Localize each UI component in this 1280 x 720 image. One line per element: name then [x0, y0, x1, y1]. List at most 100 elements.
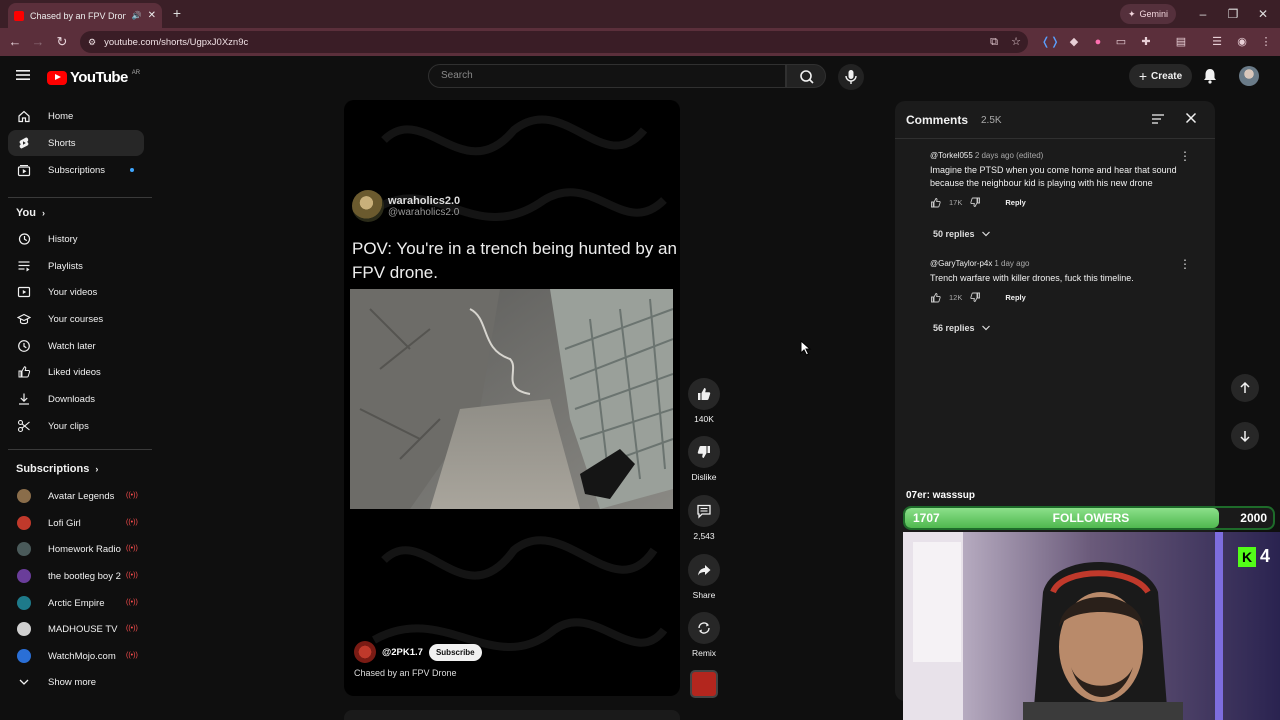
- comment-item: @GaryTaylor-p4x 1 day ago Trench warfare …: [930, 259, 1190, 303]
- remix-button[interactable]: [688, 612, 720, 644]
- close-window-button[interactable]: ✕: [1248, 4, 1278, 24]
- channel-avatar: [17, 489, 31, 503]
- sidebar-item-your-courses[interactable]: Your courses: [8, 306, 144, 332]
- like-button[interactable]: [688, 378, 720, 410]
- comments-action[interactable]: 2,543: [688, 495, 720, 541]
- dislike-button[interactable]: [688, 436, 720, 468]
- comment-more-icon[interactable]: ⋮: [1179, 149, 1191, 163]
- sidebar-item-playlists[interactable]: Playlists: [8, 253, 144, 279]
- sidebar-item-watch-later[interactable]: Watch later: [8, 333, 144, 359]
- chrome-menu-icon[interactable]: ⋮: [1258, 34, 1274, 50]
- extension-pink-icon[interactable]: ●: [1090, 34, 1106, 50]
- sidebar-sub-lofi-girl[interactable]: Lofi Girl ((•)): [8, 510, 144, 536]
- install-app-icon[interactable]: ⧉: [986, 34, 1002, 50]
- forward-button[interactable]: →: [28, 32, 48, 52]
- sidebar-sub-homework-radio[interactable]: Homework Radio ((•)): [8, 536, 144, 562]
- voice-search-button[interactable]: [838, 64, 864, 90]
- new-tab-button[interactable]: +: [170, 5, 184, 21]
- sidebar-item-your-videos[interactable]: Your videos: [8, 279, 144, 305]
- remix-action[interactable]: Remix: [688, 612, 720, 658]
- tab-close-icon[interactable]: ✕: [148, 10, 156, 21]
- audio-source-thumbnail[interactable]: [690, 670, 718, 698]
- comment-reply-button[interactable]: Reply: [1005, 293, 1025, 302]
- notifications-bell-icon[interactable]: [1201, 67, 1219, 85]
- next-short-button[interactable]: [1231, 422, 1259, 450]
- tab-search-icon[interactable]: ☰: [1209, 34, 1225, 50]
- tab-audio-icon[interactable]: 🔊: [132, 11, 142, 20]
- extension-translate-icon[interactable]: ❬❭: [1041, 34, 1059, 50]
- extension-card-icon[interactable]: ▭: [1113, 34, 1129, 50]
- search-input[interactable]: Search: [428, 64, 786, 88]
- profile-icon[interactable]: ◉: [1234, 34, 1250, 50]
- sidebar-item-your-clips[interactable]: Your clips: [8, 413, 144, 439]
- comment-like-icon[interactable]: [930, 292, 941, 303]
- gemini-button[interactable]: ✦ Gemini: [1120, 4, 1176, 24]
- youtube-logo[interactable]: YouTube AR: [47, 69, 140, 86]
- search-button[interactable]: [786, 64, 826, 88]
- account-avatar[interactable]: [1239, 66, 1259, 86]
- hamburger-menu-icon[interactable]: [16, 69, 30, 81]
- history-icon: [17, 232, 31, 246]
- omnibox[interactable]: ⚙ youtube.com/shorts/UgpxJ0Xzn9c: [80, 31, 1028, 53]
- sidebar-item-downloads[interactable]: Downloads: [8, 386, 144, 412]
- comment-author[interactable]: @GaryTaylor-p4x: [930, 259, 992, 268]
- overlay-channel-handle: @waraholics2.0: [388, 206, 460, 218]
- comment-time: 2 days ago (edited): [974, 151, 1044, 160]
- comment-dislike-icon[interactable]: [970, 292, 981, 303]
- short-channel-avatar[interactable]: [354, 641, 376, 663]
- view-replies-button[interactable]: 50 replies: [933, 229, 991, 239]
- short-title[interactable]: Chased by an FPV Drone: [354, 668, 457, 678]
- sidebar-sub-madhouse-tv[interactable]: MADHOUSE TV ((•)): [8, 616, 144, 642]
- restore-button[interactable]: ❐: [1218, 4, 1248, 24]
- sidebar-item-subscriptions[interactable]: Subscriptions: [8, 157, 144, 183]
- sidebar-item-history[interactable]: History: [8, 226, 144, 252]
- dislike-action[interactable]: Dislike: [688, 436, 720, 482]
- create-button[interactable]: + Create: [1129, 64, 1192, 88]
- comment-like-icon[interactable]: [930, 197, 941, 208]
- comment-actions: 17K Reply: [930, 197, 1190, 208]
- close-icon[interactable]: [1185, 112, 1197, 124]
- site-info-icon[interactable]: ⚙: [88, 37, 96, 48]
- subscribe-button[interactable]: Subscribe: [428, 643, 482, 661]
- chevron-down-icon: [981, 324, 991, 332]
- back-button[interactable]: ←: [5, 32, 25, 52]
- side-panel-icon[interactable]: ▤: [1173, 34, 1189, 50]
- comment-more-icon[interactable]: ⋮: [1179, 257, 1191, 271]
- comment-dislike-icon[interactable]: [970, 197, 981, 208]
- sidebar-sub-avatar-legends[interactable]: Avatar Legends ((•)): [8, 483, 144, 509]
- chevron-right-icon: ›: [41, 208, 45, 218]
- share-action[interactable]: Share: [688, 554, 720, 600]
- share-label: Share: [692, 590, 716, 600]
- sort-icon[interactable]: [1151, 113, 1165, 125]
- bookmark-star-icon[interactable]: ☆: [1008, 34, 1024, 50]
- extension-diamond-icon[interactable]: ◆: [1066, 34, 1082, 50]
- sidebar-item-liked-videos[interactable]: Liked videos: [8, 359, 144, 385]
- watch-later-icon: [17, 339, 31, 353]
- sidebar-item-home[interactable]: Home: [8, 103, 144, 129]
- reload-button[interactable]: ↻: [52, 32, 72, 52]
- overlay-caption: POV: You're in a trench being hunted by …: [352, 239, 677, 282]
- sidebar-sub-watchmojo[interactable]: WatchMojo.com ((•)): [8, 643, 144, 669]
- sidebar-subscriptions-heading[interactable]: Subscriptions ›: [16, 463, 98, 475]
- comment-author[interactable]: @Torkel055: [930, 151, 973, 160]
- previous-short-button[interactable]: [1231, 374, 1259, 402]
- sidebar-sub-arctic-empire[interactable]: Arctic Empire ((•)): [8, 590, 144, 616]
- sidebar-you-heading[interactable]: You ›: [16, 207, 45, 219]
- short-channel-handle[interactable]: @2PK1.7: [382, 647, 423, 658]
- like-icon: [17, 365, 31, 379]
- sidebar-sub-the-bootleg-boy-2[interactable]: the bootleg boy 2 ((•)): [8, 563, 144, 589]
- comment-reply-button[interactable]: Reply: [1005, 198, 1025, 207]
- extensions-puzzle-icon[interactable]: ✚: [1138, 34, 1154, 50]
- sidebar-item-shorts[interactable]: Shorts: [8, 130, 144, 156]
- browser-tab[interactable]: Chased by an FPV Drone - YouTube 🔊 ✕: [8, 3, 162, 28]
- comments-button[interactable]: [688, 495, 720, 527]
- sidebar-show-more[interactable]: Show more: [8, 669, 144, 695]
- minimize-button[interactable]: –: [1188, 4, 1218, 24]
- next-short-preview[interactable]: [344, 710, 680, 720]
- share-button[interactable]: [688, 554, 720, 586]
- comment-time: 1 day ago: [994, 259, 1030, 268]
- comment-text: Imagine the PTSD when you come home and …: [930, 165, 1177, 188]
- view-replies-button[interactable]: 56 replies: [933, 323, 991, 333]
- like-action[interactable]: 140K: [688, 378, 720, 424]
- scissors-icon: [17, 419, 31, 433]
